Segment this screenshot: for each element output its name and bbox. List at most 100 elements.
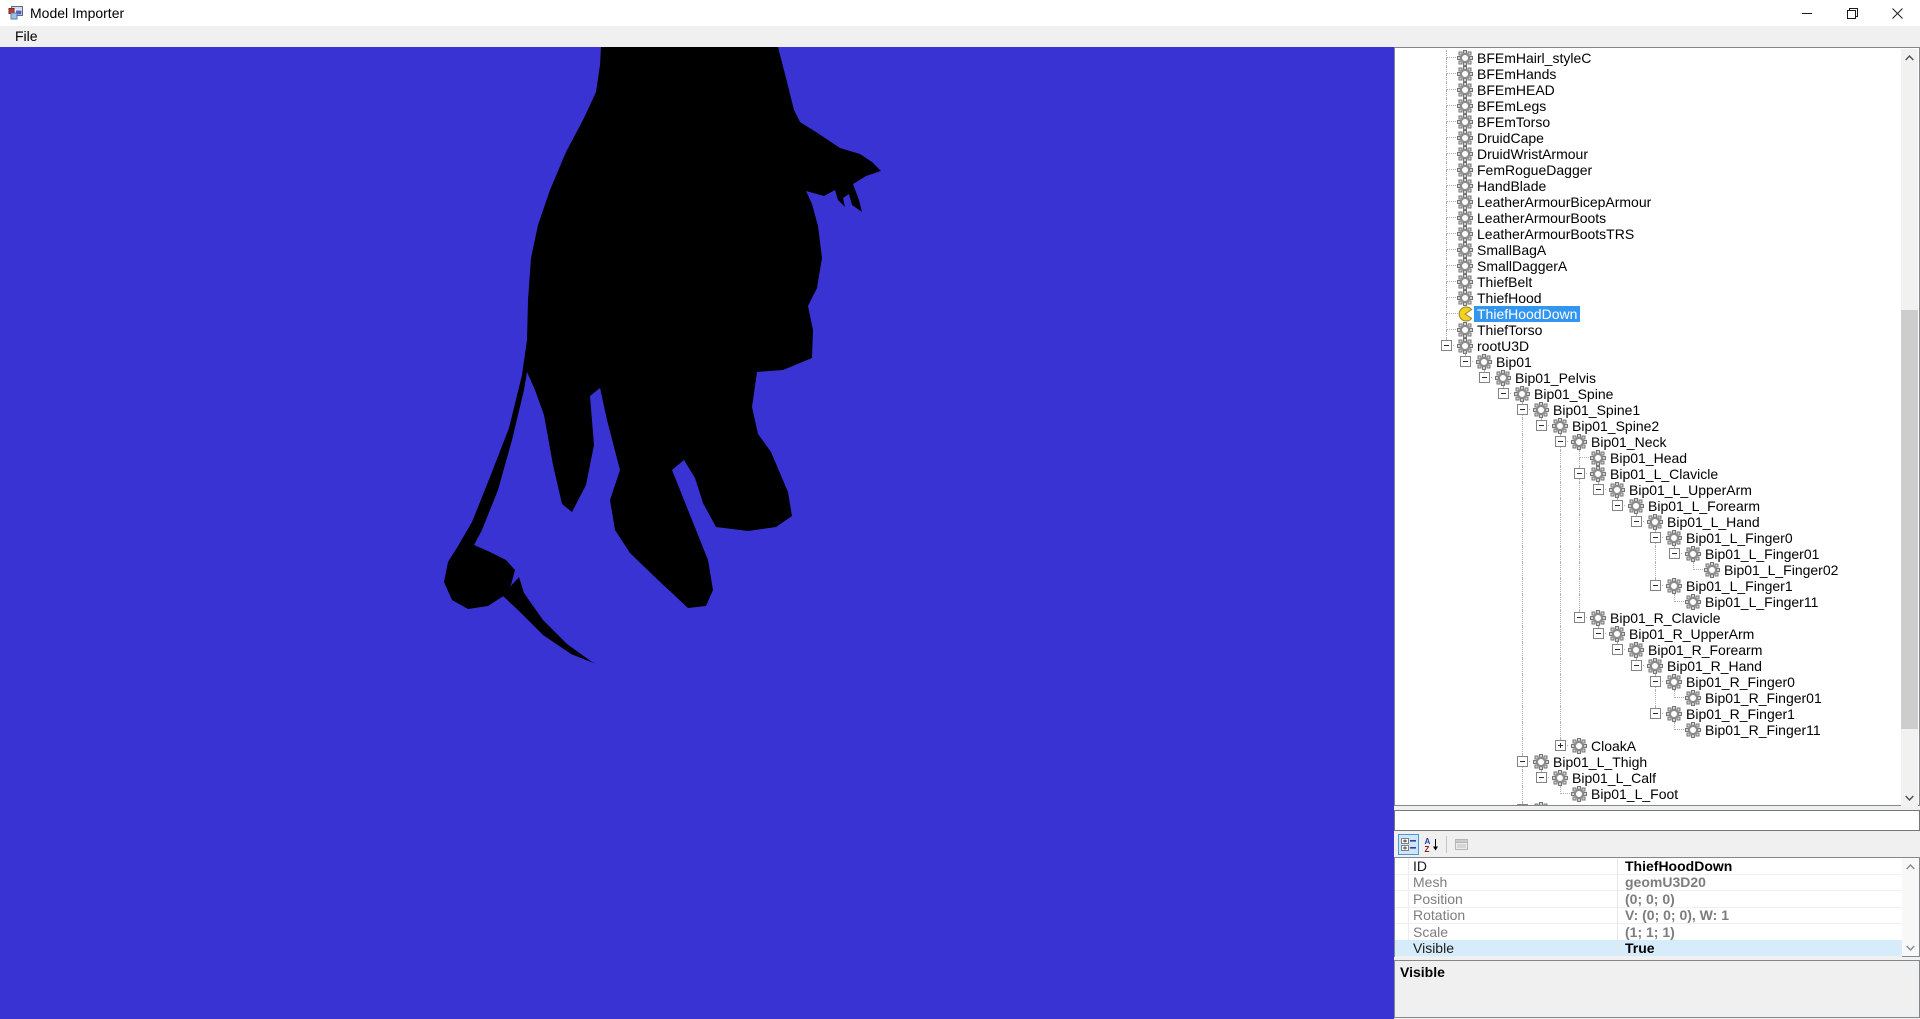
tree-scrollbar-thumb[interactable]	[1901, 310, 1918, 729]
collapse-icon[interactable]	[1536, 420, 1547, 431]
tree-item[interactable]: Bip01_R_Clavicle	[1395, 610, 1902, 626]
tree-item[interactable]: Bip01_R_Finger1	[1395, 706, 1902, 722]
tree-item[interactable]: LeatherArmourBoots	[1395, 210, 1902, 226]
collapse-icon[interactable]	[1574, 612, 1585, 623]
tree-item[interactable]: Bip01_R_Finger11	[1395, 722, 1902, 738]
tree-item[interactable]: Bip01_Spine	[1395, 386, 1902, 402]
collapse-icon[interactable]	[1631, 660, 1642, 671]
property-value[interactable]: V: (0; 0; 0), W: 1	[1625, 907, 1729, 923]
tree-item[interactable]: BFEmHands	[1395, 66, 1902, 82]
tree-item[interactable]: LeatherArmourBootsTRS	[1395, 226, 1902, 242]
collapse-icon[interactable]	[1479, 372, 1490, 383]
collapse-icon[interactable]	[1650, 676, 1661, 687]
scroll-up-icon[interactable]	[1902, 858, 1919, 875]
collapse-icon[interactable]	[1612, 500, 1623, 511]
property-row-scale[interactable]: Scale(1; 1; 1)	[1395, 924, 1902, 941]
collapse-icon[interactable]	[1517, 404, 1528, 415]
tree-item[interactable]: Bip01_R_Forearm	[1395, 642, 1902, 658]
collapse-icon[interactable]	[1441, 340, 1452, 351]
tree-item[interactable]: Bip01_L_Calf	[1395, 770, 1902, 786]
tree-item[interactable]: Bip01	[1395, 354, 1902, 370]
collapse-icon[interactable]	[1555, 436, 1566, 447]
collapse-icon[interactable]	[1631, 516, 1642, 527]
collapse-icon[interactable]	[1669, 548, 1680, 559]
scroll-down-icon[interactable]	[1902, 939, 1919, 956]
tree-item[interactable]: Bip01_L_Finger11	[1395, 594, 1902, 610]
property-value[interactable]: True	[1625, 940, 1655, 956]
tree-item[interactable]: Bip01_R_Hand	[1395, 658, 1902, 674]
collapse-icon[interactable]	[1593, 484, 1604, 495]
tree-item-selected[interactable]: ThiefHoodDown	[1395, 306, 1902, 322]
alphabetical-sort-button[interactable]: A Z	[1421, 834, 1442, 855]
tree-item[interactable]: Bip01_Spine1	[1395, 402, 1902, 418]
tree-item[interactable]: SmallDaggerA	[1395, 258, 1902, 274]
tree-item[interactable]: rootU3D	[1395, 338, 1902, 354]
collapse-icon[interactable]	[1498, 388, 1509, 399]
tree-item[interactable]: Bip01_R_Finger01	[1395, 690, 1902, 706]
propertygrid-scrollbar[interactable]	[1902, 858, 1919, 956]
restore-button[interactable]	[1830, 0, 1875, 26]
property-row-rotation[interactable]: RotationV: (0; 0; 0), W: 1	[1395, 907, 1902, 924]
tree-item[interactable]: BFEmTorso	[1395, 114, 1902, 130]
minimize-button[interactable]	[1785, 0, 1830, 26]
scroll-up-icon[interactable]	[1901, 49, 1918, 66]
tree-item[interactable]: Bip01_Spine2	[1395, 418, 1902, 434]
tree-item[interactable]: Bip01_L_Finger01	[1395, 546, 1902, 562]
tree-item[interactable]: FemRogueDagger	[1395, 162, 1902, 178]
collapse-icon[interactable]	[1650, 532, 1661, 543]
tree-item[interactable]: ThiefBelt	[1395, 274, 1902, 290]
tree-item[interactable]: ThiefTorso	[1395, 322, 1902, 338]
tree-item[interactable]: HandBlade	[1395, 178, 1902, 194]
collapse-icon[interactable]	[1517, 756, 1528, 767]
tree-item[interactable]: CloakA	[1395, 738, 1902, 754]
tree-item[interactable]: Bip01_Neck	[1395, 434, 1902, 450]
scroll-down-icon[interactable]	[1901, 789, 1918, 806]
collapse-icon[interactable]	[1650, 580, 1661, 591]
property-row-position[interactable]: Position(0; 0; 0)	[1395, 891, 1902, 908]
tree-item[interactable]	[1395, 802, 1902, 805]
tree-item[interactable]: Bip01_R_Finger0	[1395, 674, 1902, 690]
tree-item[interactable]: LeatherArmourBicepArmour	[1395, 194, 1902, 210]
categorized-button[interactable]	[1398, 834, 1419, 855]
tree-item[interactable]: Bip01_L_Forearm	[1395, 498, 1902, 514]
tree-item[interactable]: Bip01_L_Foot	[1395, 786, 1902, 802]
close-button[interactable]	[1875, 0, 1920, 26]
tree-item[interactable]: Bip01_Pelvis	[1395, 370, 1902, 386]
column-divider[interactable]	[1617, 858, 1618, 956]
tree-item[interactable]: Bip01_L_Finger1	[1395, 578, 1902, 594]
tree-item[interactable]: Bip01_L_UpperArm	[1395, 482, 1902, 498]
tree-item[interactable]: Bip01_R_UpperArm	[1395, 626, 1902, 642]
tree-item[interactable]: Bip01_L_Clavicle	[1395, 466, 1902, 482]
tree-item[interactable]: Bip01_L_Finger0	[1395, 530, 1902, 546]
tree-scrollbar[interactable]	[1901, 49, 1918, 806]
tree-item[interactable]: ThiefHood	[1395, 290, 1902, 306]
tree-item[interactable]: SmallBagA	[1395, 242, 1902, 258]
collapse-icon[interactable]	[1593, 628, 1604, 639]
property-value[interactable]: ThiefHoodDown	[1625, 858, 1732, 874]
tree-item[interactable]: BFEmHairl_styleC	[1395, 50, 1902, 66]
collapse-icon[interactable]	[1536, 772, 1547, 783]
collapse-icon[interactable]	[1574, 468, 1585, 479]
tree-item[interactable]: Bip01_L_Hand	[1395, 514, 1902, 530]
tree-item[interactable]: DruidCape	[1395, 130, 1902, 146]
property-row-visible[interactable]: VisibleTrue	[1395, 940, 1902, 957]
tree-item[interactable]: BFEmLegs	[1395, 98, 1902, 114]
3d-viewport[interactable]	[0, 47, 1394, 1019]
filter-textbox[interactable]	[1394, 810, 1920, 831]
menu-file[interactable]: File	[6, 26, 47, 47]
tree-item[interactable]: BFEmHEAD	[1395, 82, 1902, 98]
property-row-mesh[interactable]: MeshgeomU3D20	[1395, 874, 1902, 891]
collapse-icon[interactable]	[1650, 708, 1661, 719]
property-value[interactable]: (0; 0; 0)	[1625, 891, 1675, 907]
expand-icon[interactable]	[1555, 740, 1566, 751]
tree-item[interactable]: Bip01_L_Finger02	[1395, 562, 1902, 578]
collapse-icon[interactable]	[1517, 804, 1528, 805]
tree-item[interactable]: DruidWristArmour	[1395, 146, 1902, 162]
property-row-id[interactable]: IDThiefHoodDown	[1395, 858, 1902, 875]
tree-item[interactable]: Bip01_Head	[1395, 450, 1902, 466]
property-value[interactable]: (1; 1; 1)	[1625, 924, 1675, 940]
tree-item[interactable]: Bip01_L_Thigh	[1395, 754, 1902, 770]
property-value[interactable]: geomU3D20	[1625, 874, 1706, 890]
collapse-icon[interactable]	[1460, 356, 1471, 367]
collapse-icon[interactable]	[1612, 644, 1623, 655]
